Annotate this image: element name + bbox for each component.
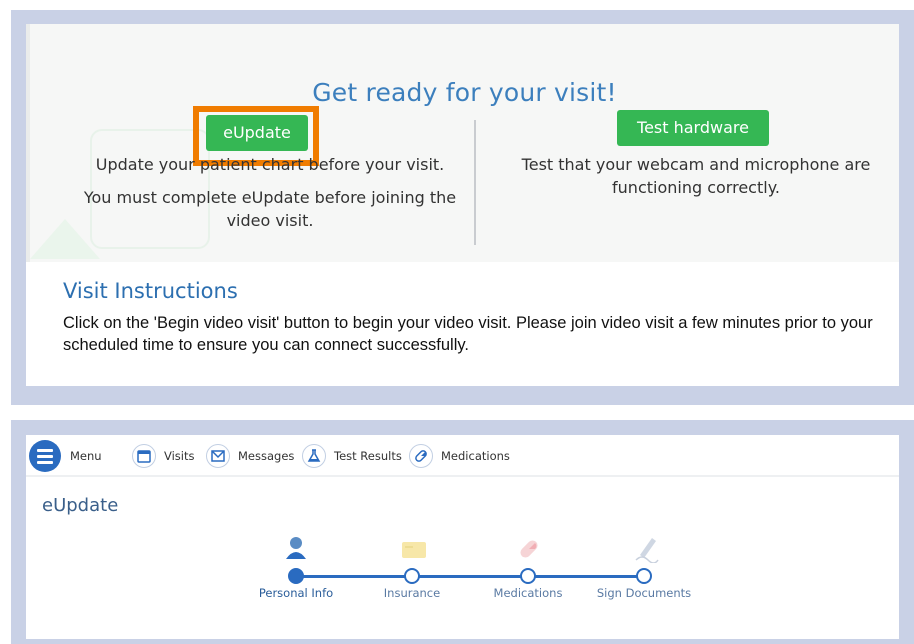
step-medications[interactable]: Medications [473,586,583,600]
eupdate-card: Menu Visits Messages Test Results Medica… [26,435,899,639]
progress-line [296,575,645,578]
nav-bar: Menu Visits Messages Test Results Medica… [26,435,899,477]
page-title: Get ready for your visit! [312,78,617,107]
test-hardware-button[interactable]: Test hardware [617,110,769,146]
visit-instructions-text: Click on the 'Begin video visit' button … [63,314,873,354]
calendar-icon [132,444,156,468]
step-dot-personal-info[interactable] [288,568,304,584]
card-icon [401,541,427,563]
nav-item-label: Messages [238,449,295,463]
eupdate-panel: Menu Visits Messages Test Results Medica… [11,420,914,644]
eupdate-heading: eUpdate [42,495,119,516]
flask-icon [302,444,326,468]
step-insurance[interactable]: Insurance [357,586,467,600]
nav-item-messages[interactable]: Messages [206,435,294,477]
menu-icon[interactable] [29,440,61,472]
step-personal-info[interactable]: Personal Info [241,586,351,600]
visit-prep-panel: Get ready for your visit! eUpdate Test h… [11,10,914,405]
hardware-description: Test that your webcam and microphone are… [521,155,871,197]
eupdate-requirement: You must complete eUpdate before joining… [83,188,457,230]
person-icon [284,535,308,565]
menu-label: Menu [70,449,102,463]
step-dot-insurance[interactable] [404,568,420,584]
pill-icon [409,444,433,468]
eupdate-description: Update your patient chart before your vi… [95,155,445,174]
pill-icon [517,537,541,565]
nav-item-label: Medications [441,449,510,463]
visit-instructions-heading: Visit Instructions [63,279,238,303]
nav-item-test-results[interactable]: Test Results [302,435,402,477]
nav-item-label: Visits [164,449,195,463]
step-sign-documents[interactable]: Sign Documents [589,586,699,600]
nav-item-label: Test Results [334,449,402,463]
eupdate-button[interactable]: eUpdate [206,115,308,151]
visit-prep-card: Get ready for your visit! eUpdate Test h… [26,24,899,386]
menu-button[interactable]: Menu [70,435,102,477]
nav-item-medications[interactable]: Medications [409,435,510,477]
envelope-icon [206,444,230,468]
get-ready-section: Get ready for your visit! eUpdate Test h… [26,24,899,262]
pen-icon [634,535,660,567]
divider [474,120,476,245]
step-dot-medications[interactable] [520,568,536,584]
nav-item-visits[interactable]: Visits [132,435,195,477]
step-dot-sign-documents[interactable] [636,568,652,584]
